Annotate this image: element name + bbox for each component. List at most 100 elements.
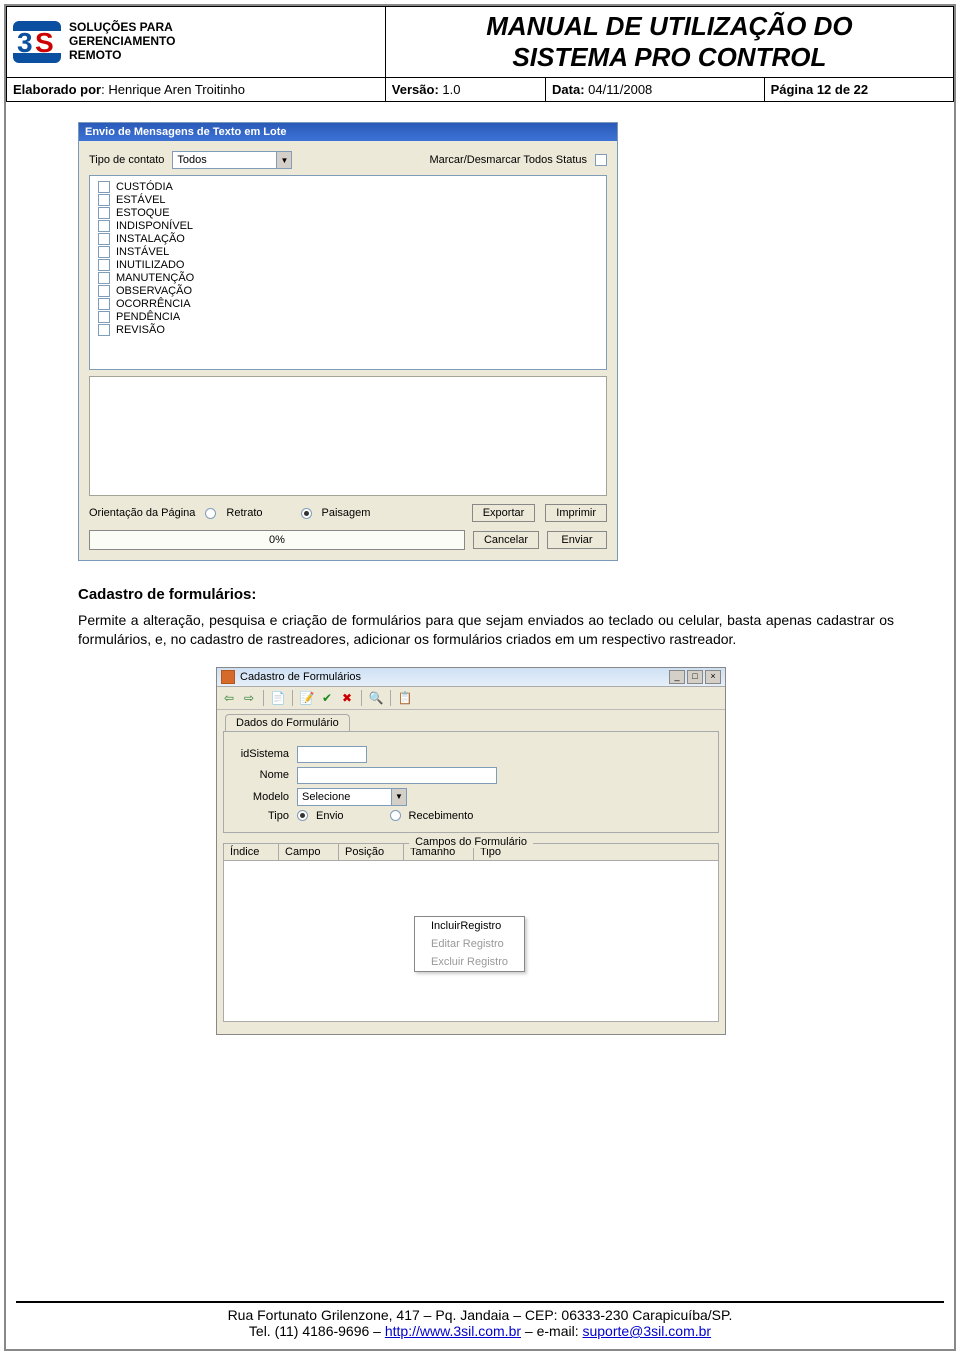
search-icon[interactable]: 🔍 [368,690,384,706]
ctx-incluir[interactable]: IncluirRegistro [415,917,524,935]
meta-elaborado: Elaborado por: Henrique Aren Troitinho [7,78,386,102]
ctx-editar[interactable]: Editar Registro [415,935,524,953]
logo: 3S SOLUÇÕES PARA GERENCIAMENTO REMOTO [13,21,379,63]
status-checkbox[interactable] [98,194,110,206]
tipo-receb-radio[interactable] [390,810,401,821]
status-item: OCORRÊNCIA [116,298,191,310]
progress-bar: 0% [89,530,465,550]
logo-text: SOLUÇÕES PARA GERENCIAMENTO REMOTO [69,21,175,62]
tipo-label: Tipo [234,810,289,822]
modelo-label: Modelo [234,791,289,803]
tipo-envio-label: Envio [316,810,344,822]
ctx-excluir[interactable]: Excluir Registro [415,953,524,971]
tipo-contato-combo[interactable]: Todos ▼ [172,151,292,169]
status-checkbox[interactable] [98,285,110,297]
tipo-envio-radio[interactable] [297,810,308,821]
paisagem-label: Paisagem [322,507,371,519]
minimize-icon[interactable]: _ [669,670,685,684]
tipo-contato-value: Todos [173,154,276,166]
marcar-label: Marcar/Desmarcar Todos Status [429,154,587,166]
copy-icon[interactable]: 📋 [397,690,413,706]
footer-url[interactable]: http://www.3sil.com.br [385,1323,521,1339]
data-value: 04/11/2008 [585,82,653,97]
marcar-checkbox[interactable] [595,154,607,166]
versao-value: 1.0 [439,82,461,97]
status-checkbox[interactable] [98,272,110,284]
cancelar-button[interactable]: Cancelar [473,531,539,549]
status-item: ESTOQUE [116,207,170,219]
status-checkbox[interactable] [98,259,110,271]
status-item: OBSERVAÇÃO [116,285,192,297]
nav-next-icon[interactable]: ⇨ [241,690,257,706]
logo-mark: 3S [13,21,61,63]
col-campo: Campo [279,844,339,860]
orientacao-label: Orientação da Página [89,507,195,519]
enviar-button[interactable]: Enviar [547,531,607,549]
data-label: Data: [552,82,585,97]
campos-formulario-group: Campos do Formulário Índice Campo Posiçã… [223,843,719,1022]
grid-body[interactable]: IncluirRegistro Editar Registro Excluir … [224,861,718,1021]
retrato-radio[interactable] [205,508,216,519]
logo-line2: GERENCIAMENTO [69,35,175,49]
status-checkbox[interactable] [98,324,110,336]
status-item: INSTÁVEL [116,246,169,258]
elaborado-value: : Henrique Aren Troitinho [101,82,245,97]
edit-icon[interactable]: 📝 [299,690,315,706]
versao-label: Versão: [392,82,439,97]
col-posicao: Posição [339,844,404,860]
imprimir-button[interactable]: Imprimir [545,504,607,522]
pagina-value: Página 12 de 22 [771,82,869,97]
chevron-down-icon: ▼ [391,789,406,805]
toolbar: ⇦ ⇨ 📄 📝 ✔ ✖ 🔍 📋 [217,687,725,710]
status-checkbox[interactable] [98,207,110,219]
tipo-contato-label: Tipo de contato [89,154,164,166]
footer-sep: – e-mail: [521,1323,582,1339]
status-checkbox[interactable] [98,220,110,232]
status-item: INDISPONÍVEL [116,220,193,232]
status-item: REVISÃO [116,324,165,336]
tipo-receb-label: Recebimento [409,810,474,822]
status-item: MANUTENÇÃO [116,272,194,284]
status-checkbox[interactable] [98,246,110,258]
progress-value: 0% [269,534,285,546]
maximize-icon[interactable]: □ [687,670,703,684]
confirm-icon[interactable]: ✔ [319,690,335,706]
exportar-button[interactable]: Exportar [472,504,536,522]
status-item: PENDÊNCIA [116,311,180,323]
new-icon[interactable]: 📄 [270,690,286,706]
status-item: ESTÁVEL [116,194,166,206]
footer-line1: Rua Fortunato Grilenzone, 417 – Pq. Jand… [16,1307,944,1323]
status-checkbox[interactable] [98,298,110,310]
page-footer: Rua Fortunato Grilenzone, 417 – Pq. Jand… [16,1301,944,1339]
section-heading: Cadastro de formulários: [78,586,894,603]
tab-dados-formulario[interactable]: Dados do Formulário [225,714,350,731]
nav-prev-icon[interactable]: ⇦ [221,690,237,706]
window2-titlebar: Cadastro de Formulários _ □ × [217,668,725,687]
message-textarea[interactable] [89,376,607,496]
context-menu: IncluirRegistro Editar Registro Excluir … [414,916,525,972]
idsistema-label: idSistema [234,748,289,760]
delete-icon[interactable]: ✖ [339,690,355,706]
idsistema-input[interactable] [297,746,367,763]
meta-versao: Versão: 1.0 [385,78,545,102]
window2-title: Cadastro de Formulários [240,671,361,683]
nome-input[interactable] [297,767,497,784]
logo-line3: REMOTO [69,49,175,63]
status-checkbox[interactable] [98,311,110,323]
status-checkbox[interactable] [98,233,110,245]
window-title: Envio de Mensagens de Texto em Lote [79,123,617,141]
window-cadastro-formularios: Cadastro de Formulários _ □ × ⇦ ⇨ 📄 📝 ✔ … [216,667,726,1035]
status-list[interactable]: CUSTÓDIA ESTÁVEL ESTOQUE INDISPONÍVEL IN… [89,175,607,370]
col-indice: Índice [224,844,279,860]
section-paragraph: Permite a alteração, pesquisa e criação … [78,611,894,649]
close-icon[interactable]: × [705,670,721,684]
doc-title-l1: MANUAL DE UTILIZAÇÃO DO [392,11,947,42]
paisagem-radio[interactable] [301,508,312,519]
status-checkbox[interactable] [98,181,110,193]
modelo-combo[interactable]: Selecione ▼ [297,788,407,806]
meta-pagina: Página 12 de 22 [764,78,953,102]
footer-email[interactable]: suporte@3sil.com.br [582,1323,711,1339]
footer-tel: Tel. (11) 4186-9696 – [249,1323,385,1339]
status-item: INUTILIZADO [116,259,184,271]
elaborado-label: Elaborado por [13,82,101,97]
